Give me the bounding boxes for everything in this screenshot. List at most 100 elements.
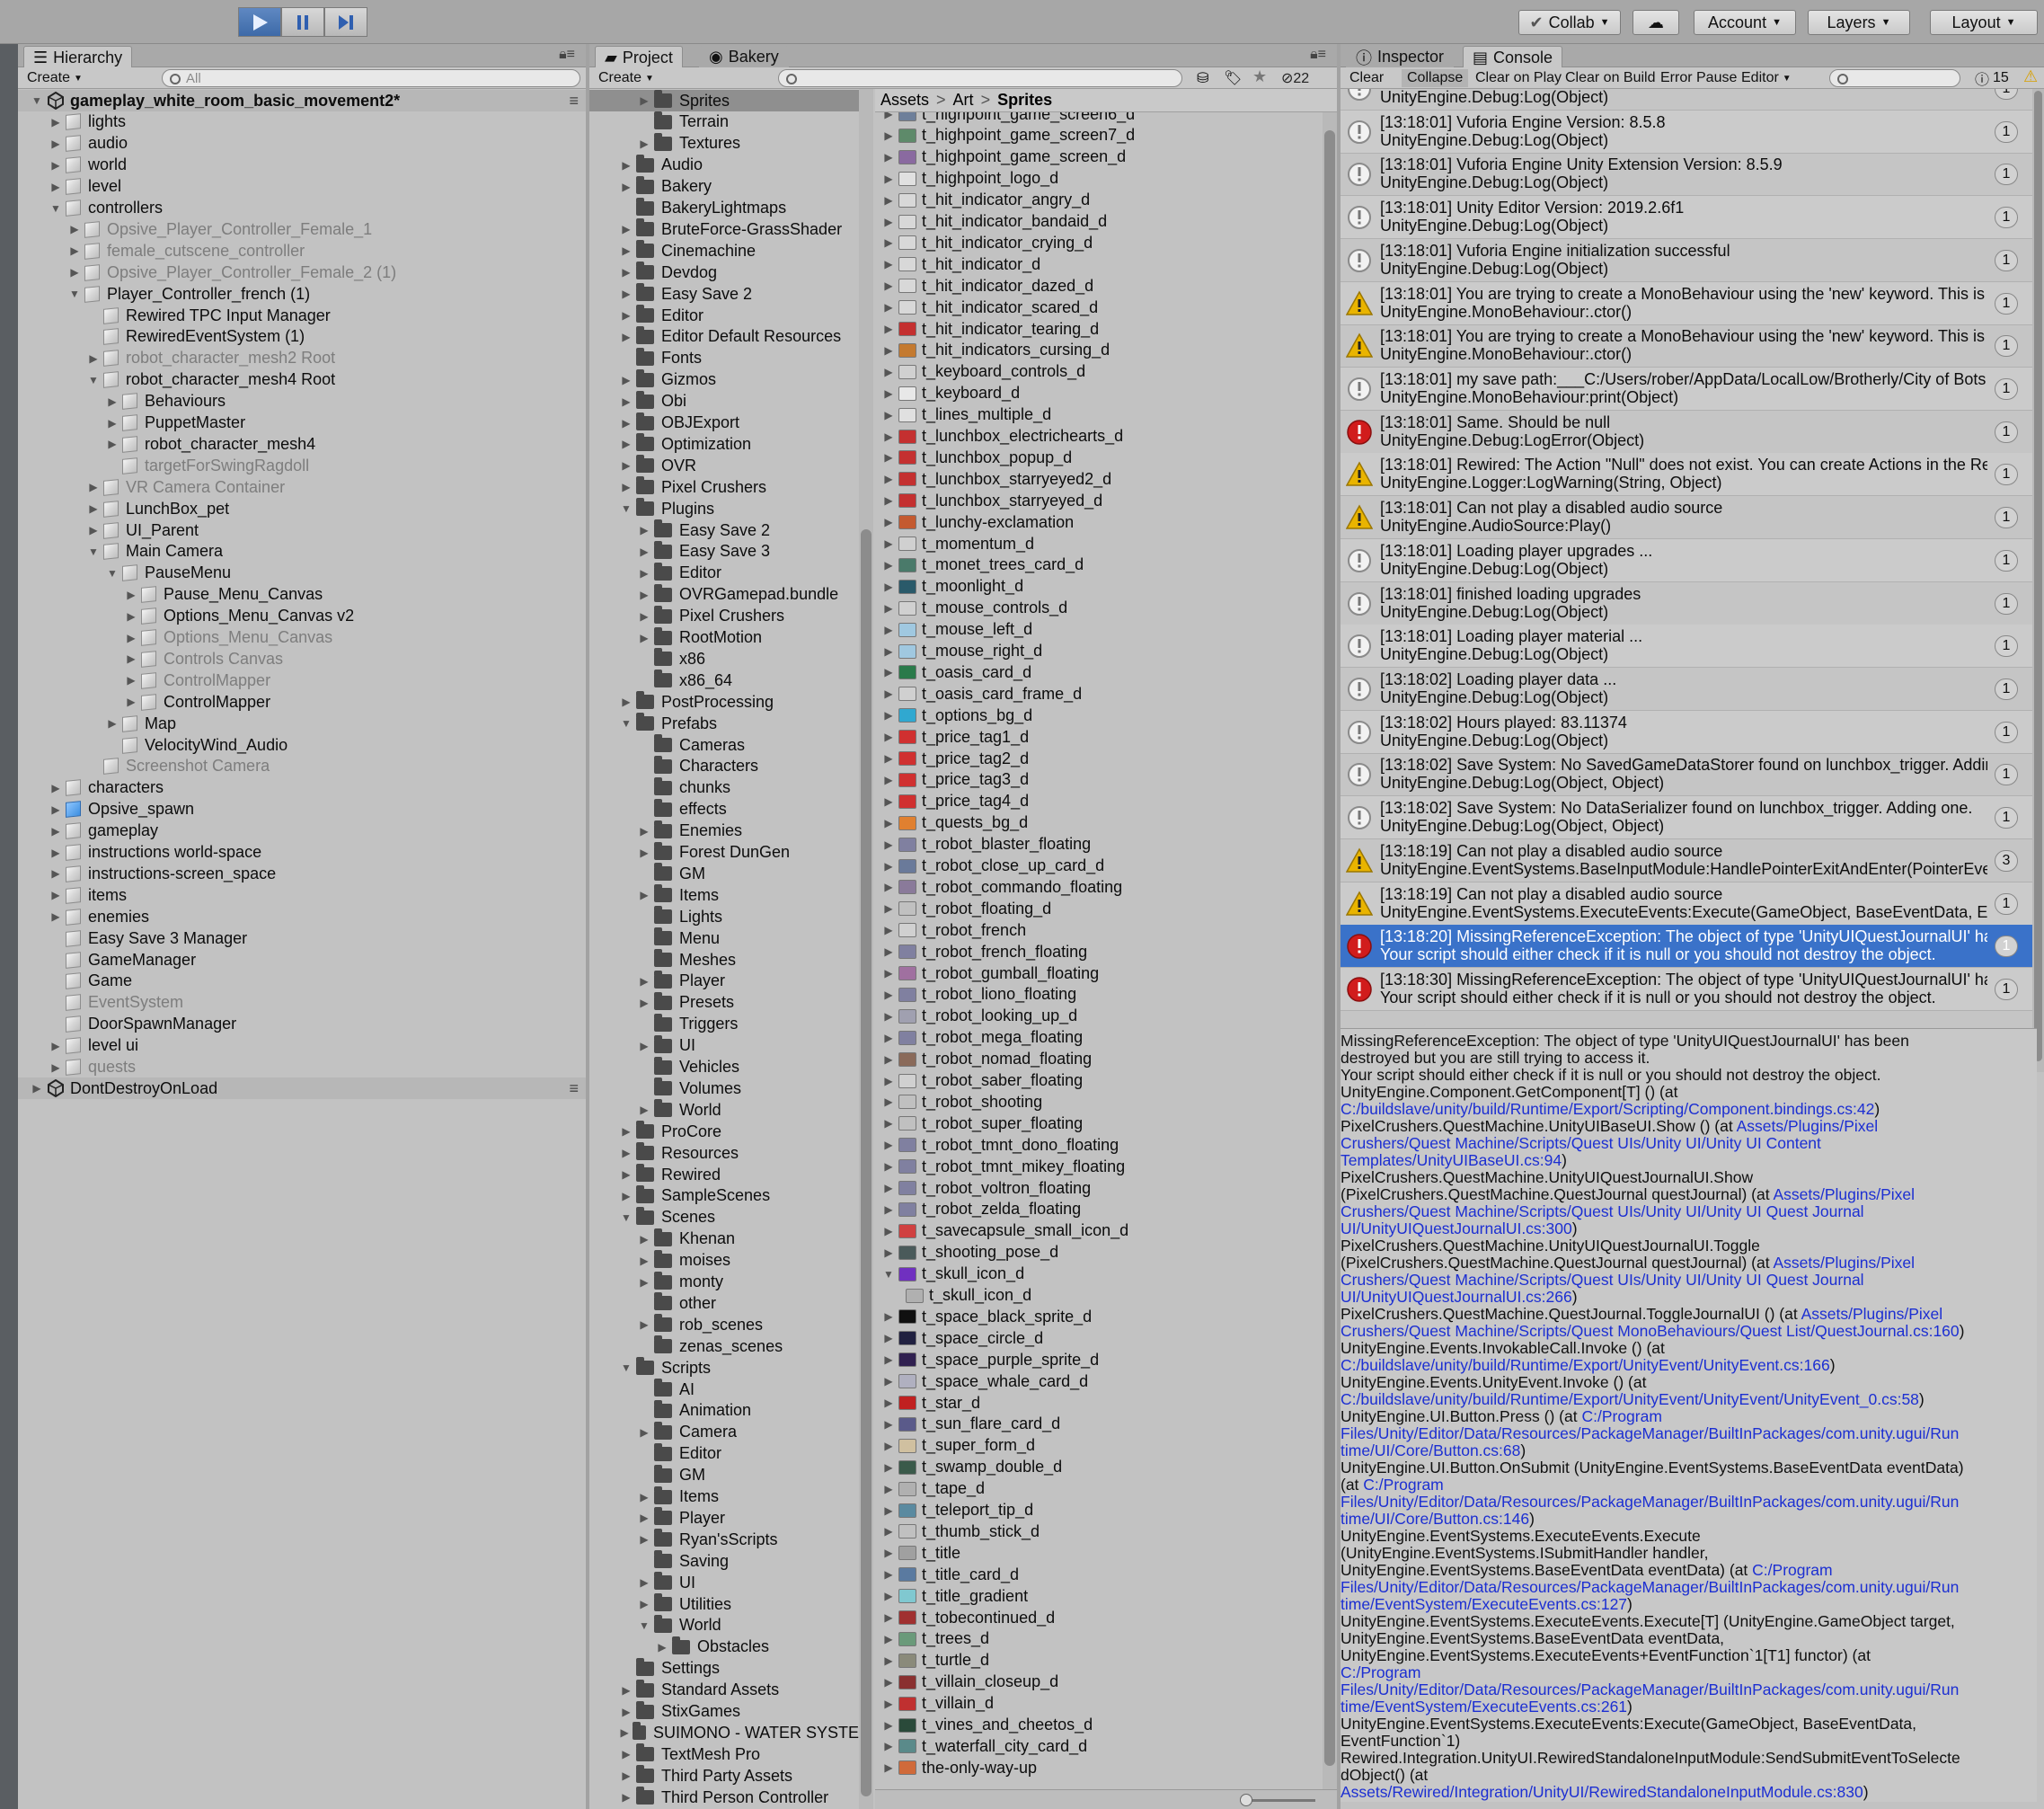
chevron-right-icon[interactable]: ▶ — [638, 825, 650, 838]
asset-item[interactable]: ▶ t_robot_french — [875, 919, 1321, 941]
chevron-right-icon[interactable]: ▶ — [620, 1769, 633, 1782]
folder-tree-item[interactable]: ▶ Forest DunGen — [589, 841, 859, 864]
chevron-right-icon[interactable]: ▶ — [882, 494, 895, 507]
chevron-down-icon[interactable]: ▼ — [49, 202, 62, 215]
folder-tree-item[interactable]: ▶ Pixel Crushers — [589, 476, 859, 498]
hierarchy-row[interactable]: ▶ ControlMapper — [18, 670, 586, 691]
chevron-right-icon[interactable]: ▶ — [87, 502, 100, 515]
hierarchy-row[interactable]: ▶ Opsive_Player_Controller_Female_1 — [18, 218, 586, 240]
chevron-down-icon[interactable]: ▼ — [31, 94, 43, 107]
asset-item[interactable]: ▶ t_hit_indicator_scared_d — [875, 297, 1321, 318]
chevron-right-icon[interactable]: ▶ — [125, 674, 137, 687]
chevron-right-icon[interactable]: ▶ — [882, 1568, 895, 1581]
chevron-down-icon[interactable]: ▼ — [620, 717, 633, 730]
chevron-right-icon[interactable]: ▶ — [620, 438, 633, 450]
hierarchy-row[interactable]: ▶ items — [18, 884, 586, 906]
asset-item[interactable]: ▶ t_tape_d — [875, 1478, 1321, 1500]
chevron-right-icon[interactable]: ▶ — [882, 645, 895, 658]
chevron-right-icon[interactable]: ▶ — [882, 323, 895, 335]
asset-item[interactable]: ▶ t_robot_floating_d — [875, 898, 1321, 919]
chevron-right-icon[interactable]: ▶ — [620, 223, 633, 235]
folder-tree-item[interactable]: AI — [589, 1379, 859, 1400]
asset-item[interactable]: ▶ t_robot_voltron_floating — [875, 1177, 1321, 1199]
folder-tree-item[interactable]: ▶ Editor Default Resources — [589, 325, 859, 348]
folder-tree-item[interactable]: ▼ World — [589, 1614, 859, 1636]
chevron-right-icon[interactable]: ▶ — [638, 1104, 650, 1116]
console-scrollbar[interactable] — [2032, 89, 2044, 1072]
chevron-right-icon[interactable]: ▶ — [882, 1633, 895, 1645]
step-button[interactable] — [324, 7, 367, 37]
folder-tree-item[interactable]: ▶ Rewired — [589, 1164, 859, 1185]
asset-item[interactable]: ▶ t_space_whale_card_d — [875, 1370, 1321, 1392]
chevron-right-icon[interactable]: ▶ — [882, 1225, 895, 1237]
stacktrace-link[interactable]: C:/buildslave/unity/build/Runtime/Export… — [1341, 1390, 1919, 1408]
chevron-right-icon[interactable]: ▶ — [620, 1190, 633, 1202]
chevron-right-icon[interactable]: ▶ — [106, 717, 119, 730]
asset-item[interactable]: ▶ t_robot_looking_up_d — [875, 1006, 1321, 1027]
asset-item[interactable]: ▶ t_robot_french_floating — [875, 941, 1321, 962]
folder-tree-item[interactable]: ▶ Utilities — [589, 1593, 859, 1615]
chevron-right-icon[interactable]: ▶ — [882, 1117, 895, 1130]
folder-tree-item[interactable]: other — [589, 1292, 859, 1314]
console-log-entry[interactable]: [13:18:01] Rewired: The Action "Null" do… — [1341, 453, 2032, 497]
folder-tree-item[interactable]: GM — [589, 1464, 859, 1486]
asset-item[interactable]: ▶ t_trees_d — [875, 1628, 1321, 1650]
asset-item[interactable]: ▶ t_hit_indicator_bandaid_d — [875, 211, 1321, 233]
chevron-right-icon[interactable]: ▶ — [638, 1512, 650, 1524]
folder-tree-item[interactable]: ▶ Pixel Crushers — [589, 605, 859, 627]
chevron-right-icon[interactable]: ▶ — [882, 881, 895, 893]
account-dropdown[interactable]: Account ▼ — [1694, 10, 1796, 35]
chevron-right-icon[interactable]: ▶ — [620, 1684, 633, 1697]
hierarchy-row[interactable]: ▶ world — [18, 155, 586, 176]
chevron-right-icon[interactable]: ▶ — [882, 216, 895, 228]
folder-tree-item[interactable]: ▶ Obi — [589, 390, 859, 412]
folder-tree-item[interactable]: ▶ moises — [589, 1249, 859, 1272]
folder-tree-item[interactable]: ▼ Scenes — [589, 1206, 859, 1228]
chevron-down-icon[interactable]: ▼ — [638, 1619, 650, 1632]
folder-tree-item[interactable]: ▶ ProCore — [589, 1121, 859, 1142]
asset-item[interactable]: ▶ t_robot_tmnt_mikey_floating — [875, 1156, 1321, 1177]
chevron-right-icon[interactable]: ▶ — [620, 417, 633, 430]
hierarchy-row[interactable]: ▶ audio — [18, 133, 586, 155]
console-log-entry[interactable]: [13:18:20] MissingReferenceException: Th… — [1341, 925, 2032, 969]
chevron-right-icon[interactable]: ▶ — [49, 137, 62, 150]
hierarchy-row[interactable]: ▶ Map — [18, 713, 586, 734]
chevron-right-icon[interactable]: ▶ — [68, 223, 81, 235]
chevron-right-icon[interactable]: ▶ — [638, 975, 650, 988]
chevron-right-icon[interactable]: ▶ — [882, 1160, 895, 1173]
label-icon[interactable]: 🏷︎ — [1224, 69, 1242, 87]
asset-item[interactable]: ▶ t_vines_and_cheetos_d — [875, 1715, 1321, 1736]
hierarchy-row[interactable]: ▶ enemies — [18, 906, 586, 927]
folder-tree-item[interactable]: ▶ Resources — [589, 1142, 859, 1164]
folder-tree-item[interactable]: Animation — [589, 1399, 859, 1422]
stacktrace-link[interactable]: Crushers/Quest Machine/Scripts/Quest UIs… — [1341, 1134, 1821, 1152]
folder-tree-item[interactable]: ▶ Camera — [589, 1421, 859, 1443]
asset-item[interactable]: ▶ t_mouse_controls_d — [875, 598, 1321, 619]
folder-tree-item[interactable]: ▶ monty — [589, 1271, 859, 1293]
stacktrace-link[interactable]: C:/buildslave/unity/build/Runtime/Export… — [1341, 1100, 1874, 1118]
chevron-right-icon[interactable]: ▶ — [882, 559, 895, 572]
asset-item[interactable]: ▶ t_keyboard_controls_d — [875, 361, 1321, 383]
hierarchy-row[interactable]: ▼ Player_Controller_french (1) — [18, 283, 586, 305]
asset-item[interactable]: ▶ t_hit_indicator_crying_d — [875, 232, 1321, 253]
asset-item[interactable]: ▶ t_hit_indicator_tearing_d — [875, 318, 1321, 340]
stacktrace-link[interactable]: Crushers/Quest Machine/Scripts/Quest Mon… — [1341, 1322, 1960, 1340]
chevron-right-icon[interactable]: ▶ — [49, 803, 62, 816]
hierarchy-row[interactable]: ▶ Options_Menu_Canvas — [18, 627, 586, 649]
chevron-right-icon[interactable]: ▶ — [638, 1533, 650, 1546]
asset-item[interactable]: ▶ t_lunchbox_popup_d — [875, 447, 1321, 468]
folder-tree-item[interactable]: ▶ Devdog — [589, 262, 859, 283]
folder-tree-item[interactable]: ▶ Audio — [589, 154, 859, 176]
folder-tree-item[interactable]: Fonts — [589, 347, 859, 369]
folder-tree-item[interactable]: ▶ Easy Save 3 — [589, 540, 859, 563]
chevron-right-icon[interactable]: ▶ — [87, 481, 100, 493]
folder-tree-item[interactable]: ▶ Sprites — [589, 90, 859, 111]
chevron-right-icon[interactable]: ▶ — [620, 1726, 629, 1739]
chevron-right-icon[interactable]: ▶ — [882, 344, 895, 357]
tab-inspector[interactable]: ⓘ Inspector — [1346, 46, 1455, 67]
chevron-right-icon[interactable]: ▶ — [882, 1719, 895, 1732]
layers-dropdown[interactable]: Layers ▼ — [1808, 10, 1910, 35]
hierarchy-create-button[interactable]: Create ▼ — [22, 69, 88, 87]
chevron-right-icon[interactable]: ▶ — [49, 910, 62, 923]
chevron-down-icon[interactable]: ▼ — [620, 1361, 633, 1374]
